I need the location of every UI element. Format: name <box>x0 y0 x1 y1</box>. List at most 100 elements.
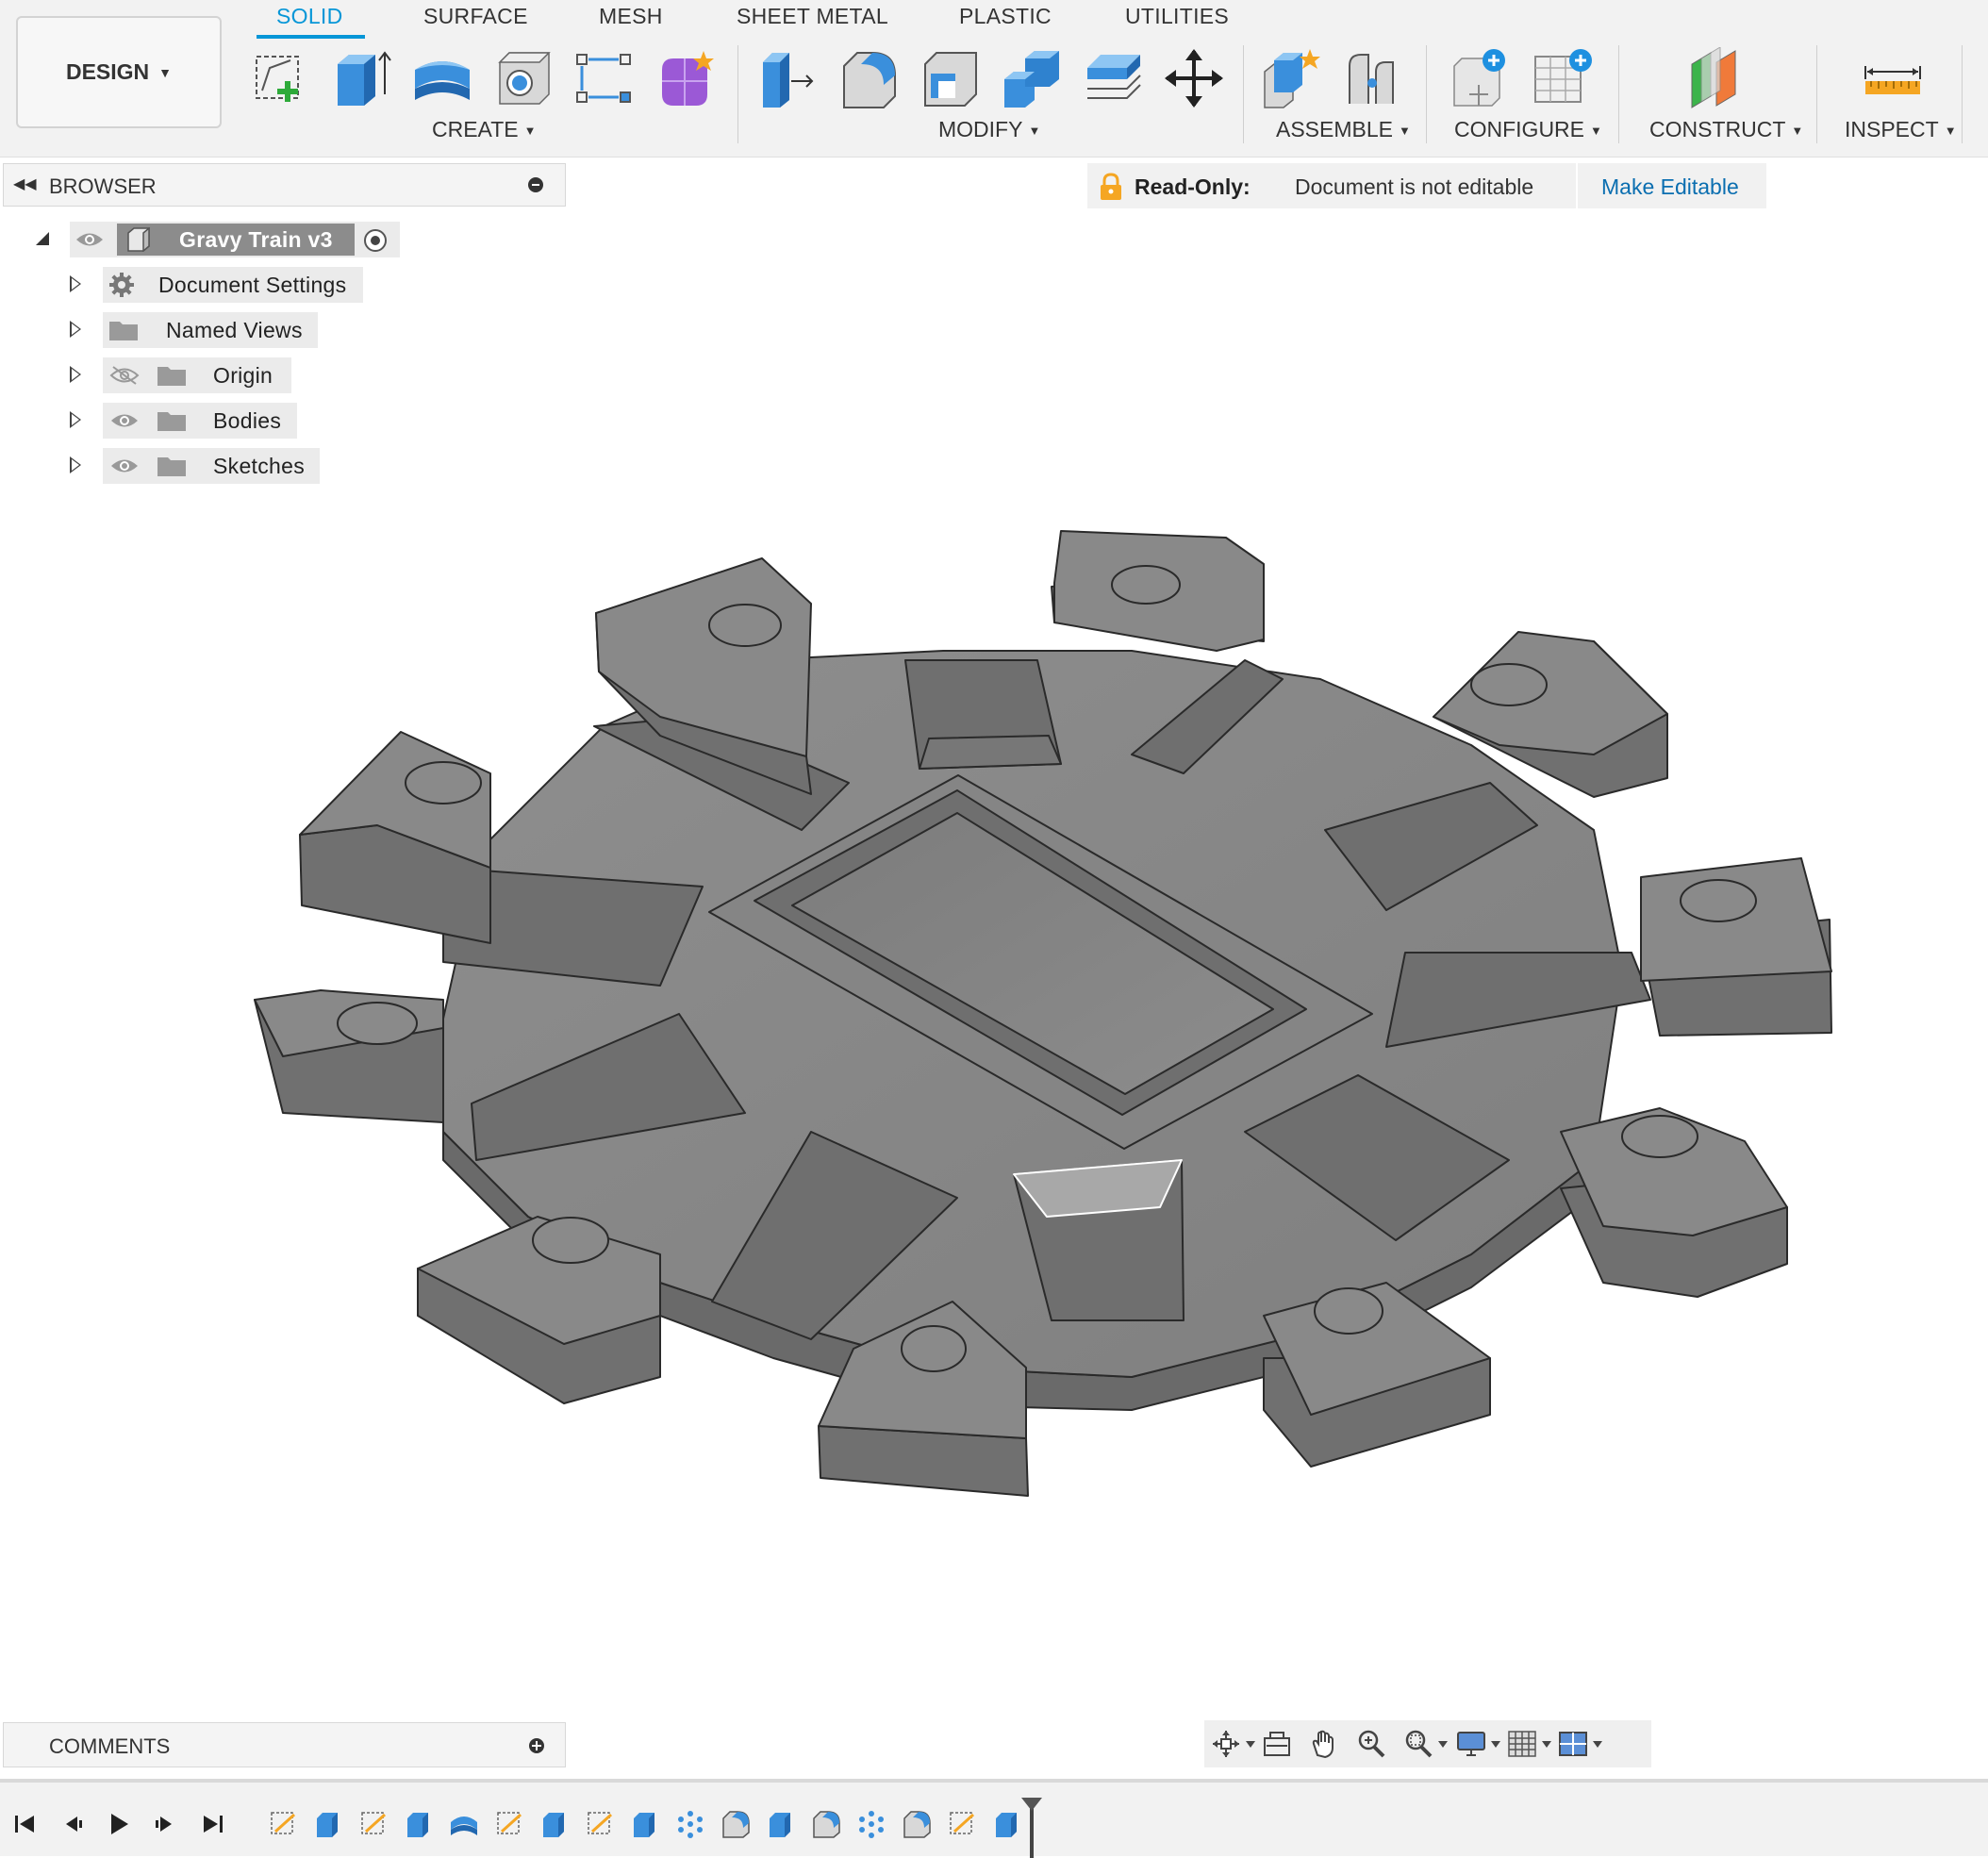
eye-hidden-icon[interactable] <box>109 365 140 386</box>
peg <box>1314 1287 1383 1335</box>
orbit-icon[interactable] <box>1210 1729 1242 1759</box>
banner-divider <box>1576 163 1578 208</box>
measure-icon[interactable] <box>1862 47 1924 109</box>
make-editable-link[interactable]: Make Editable <box>1601 174 1739 200</box>
timeline-marker[interactable] <box>1021 1798 1042 1858</box>
tab-surface[interactable]: SURFACE <box>423 4 528 29</box>
grid-icon[interactable] <box>1506 1729 1538 1759</box>
extrude-icon[interactable] <box>630 1809 660 1839</box>
configuration-table-icon[interactable] <box>1532 47 1594 109</box>
chevron-down-icon: ▼ <box>1399 124 1411 138</box>
sketch-icon[interactable] <box>947 1809 977 1839</box>
timeline-bar <box>0 1779 1988 1858</box>
look-at-icon[interactable] <box>1261 1729 1293 1759</box>
extrude-icon[interactable] <box>992 1809 1022 1839</box>
play-icon[interactable] <box>106 1811 132 1837</box>
tab-sheet-metal[interactable]: SHEET METAL <box>737 4 888 29</box>
inspect-menu[interactable]: INSPECT ▼ <box>1845 117 1957 142</box>
peg <box>708 604 782 647</box>
extrude-icon[interactable] <box>330 47 392 109</box>
fillet-icon[interactable] <box>811 1809 841 1839</box>
collapse-triangle-icon[interactable] <box>34 230 51 247</box>
hole-icon[interactable] <box>492 47 555 109</box>
chevron-down-icon[interactable] <box>1542 1741 1551 1748</box>
browser-item-label: Bodies <box>213 408 282 433</box>
fillet-icon[interactable] <box>838 47 901 109</box>
construct-menu[interactable]: CONSTRUCT ▼ <box>1649 117 1803 142</box>
sketch-icon[interactable] <box>585 1809 615 1839</box>
step-back-icon[interactable] <box>58 1811 85 1837</box>
read-only-message: Document is not editable <box>1295 174 1534 199</box>
browser-item-label: Document Settings <box>158 273 347 297</box>
tab-plastic[interactable]: PLASTIC <box>959 4 1052 29</box>
toolbar-divider <box>1962 45 1963 143</box>
peg <box>1621 1115 1698 1158</box>
tab-solid[interactable]: SOLID <box>276 4 343 29</box>
chamfer-icon[interactable] <box>919 47 982 109</box>
fit-icon[interactable] <box>1402 1729 1434 1759</box>
tab-mesh[interactable]: MESH <box>599 4 663 29</box>
read-only-label: Read-Only: <box>1135 174 1251 199</box>
comments-title: COMMENTS <box>49 1734 171 1758</box>
move-copy-icon[interactable] <box>1163 47 1225 109</box>
minimize-panel-icon[interactable] <box>528 177 543 192</box>
revolve-icon[interactable] <box>449 1809 479 1839</box>
rectangular-pattern-icon[interactable] <box>573 47 636 109</box>
chevron-down-icon: ▼ <box>1590 124 1602 138</box>
eye-icon[interactable] <box>109 456 140 476</box>
expand-triangle-icon[interactable] <box>70 275 81 292</box>
expand-triangle-icon[interactable] <box>70 366 81 383</box>
extrude-icon[interactable] <box>766 1809 796 1839</box>
extrude-icon[interactable] <box>313 1809 343 1839</box>
folder-icon <box>157 412 186 431</box>
tab-utilities[interactable]: UTILITIES <box>1125 4 1229 29</box>
collapse-panel-icon[interactable]: ◀◀ <box>13 174 37 193</box>
viewports-icon[interactable] <box>1557 1729 1589 1759</box>
add-comment-icon[interactable] <box>528 1737 545 1754</box>
expand-triangle-icon[interactable] <box>70 321 81 338</box>
workspace-switcher-button[interactable]: DESIGN ▼ <box>16 16 222 128</box>
model-render <box>254 530 1832 1497</box>
go-to-start-icon[interactable] <box>11 1811 38 1837</box>
extrude-icon[interactable] <box>404 1809 434 1839</box>
fillet-icon[interactable] <box>902 1809 932 1839</box>
configure-menu[interactable]: CONFIGURE ▼ <box>1454 117 1602 142</box>
sketch-icon[interactable] <box>358 1809 389 1839</box>
create-form-icon[interactable] <box>654 47 717 109</box>
display-settings-icon[interactable] <box>1455 1729 1487 1759</box>
joint-icon[interactable] <box>1342 47 1404 109</box>
assemble-menu[interactable]: ASSEMBLE ▼ <box>1276 117 1411 142</box>
revolve-icon[interactable] <box>411 47 473 109</box>
create-sketch-icon[interactable] <box>249 47 311 109</box>
new-component-icon[interactable] <box>1261 47 1323 109</box>
press-pull-icon[interactable] <box>757 47 820 109</box>
extrude-icon[interactable] <box>539 1809 570 1839</box>
comments-panel-header[interactable]: COMMENTS <box>3 1722 566 1767</box>
combine-icon[interactable] <box>1001 47 1063 109</box>
sketch-icon[interactable] <box>494 1809 524 1839</box>
chevron-down-icon[interactable] <box>1438 1741 1448 1748</box>
expand-triangle-icon[interactable] <box>70 411 81 428</box>
canvas-viewport[interactable] <box>0 490 1988 1528</box>
go-to-end-icon[interactable] <box>200 1811 226 1837</box>
zoom-icon[interactable] <box>1355 1729 1387 1759</box>
step-forward-icon[interactable] <box>153 1811 179 1837</box>
modify-menu[interactable]: MODIFY ▼ <box>938 117 1040 142</box>
offset-plane-icon[interactable] <box>1688 47 1750 109</box>
chevron-down-icon[interactable] <box>1246 1741 1255 1748</box>
chevron-down-icon: ▼ <box>1944 124 1957 138</box>
activate-radio-icon[interactable] <box>363 228 388 253</box>
pattern-icon[interactable] <box>675 1809 705 1839</box>
pan-icon[interactable] <box>1308 1729 1340 1759</box>
expand-triangle-icon[interactable] <box>70 456 81 473</box>
chevron-down-icon[interactable] <box>1491 1741 1500 1748</box>
fillet-icon[interactable] <box>721 1809 751 1839</box>
pattern-icon[interactable] <box>856 1809 886 1839</box>
create-menu[interactable]: CREATE ▼ <box>432 117 536 142</box>
offset-face-icon[interactable] <box>1082 47 1144 109</box>
eye-icon[interactable] <box>75 229 105 250</box>
eye-icon[interactable] <box>109 410 140 431</box>
create-configuration-icon[interactable] <box>1450 47 1513 109</box>
chevron-down-icon[interactable] <box>1593 1741 1602 1748</box>
sketch-icon[interactable] <box>268 1809 298 1839</box>
